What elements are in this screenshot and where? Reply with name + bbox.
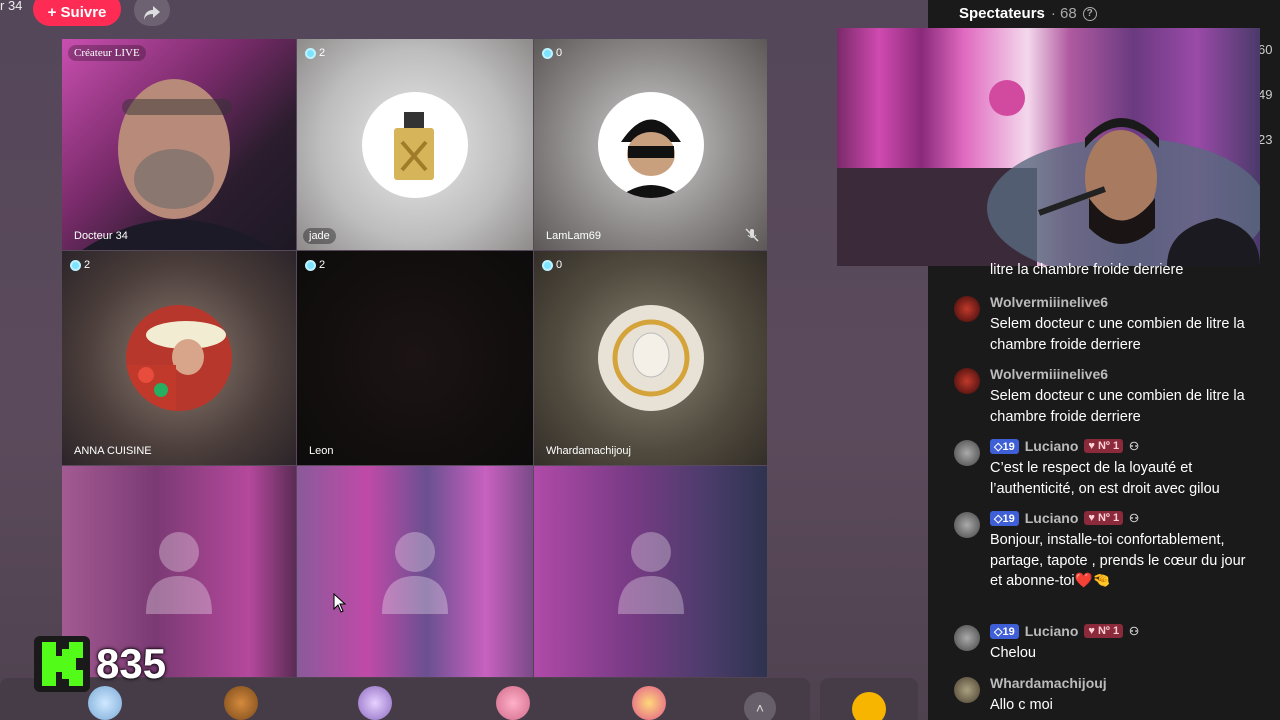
guest-cell[interactable]: 2 ANNA CUISINE — [62, 251, 296, 465]
diamond-icon — [305, 47, 316, 59]
level-badge: ◇19 — [990, 510, 1019, 526]
chat-text: Allo c moi — [990, 697, 1053, 713]
guest-cell[interactable]: 0 LamLam69 — [534, 39, 767, 250]
diamond-icon — [305, 259, 316, 271]
share-button[interactable] — [134, 0, 170, 26]
guest-cell[interactable]: 2 jade — [297, 39, 533, 250]
chat-text: Selem docteur c une combien de litre la … — [990, 388, 1245, 425]
live-stage: r 34 + Suivre Créateur LIVE Docteur 34 2… — [0, 0, 928, 720]
guest-name: LamLam69 — [546, 230, 602, 242]
gift-heart-hands-icon[interactable] — [496, 686, 530, 720]
chat-username[interactable]: Luciano — [1025, 510, 1079, 526]
person-placeholder-icon — [146, 531, 212, 614]
chat-text: Selem docteur c une combien de litre la … — [990, 316, 1245, 353]
guest-count: 0 — [542, 259, 562, 271]
muted-mic-icon — [745, 228, 759, 242]
gift-unicorn-icon[interactable] — [358, 686, 392, 720]
avatar[interactable] — [954, 440, 980, 466]
chat-text: Chelou — [990, 645, 1036, 661]
avatar[interactable] — [954, 296, 980, 322]
empty-seat[interactable] — [297, 466, 533, 677]
guest-cell[interactable]: 0 Whardamachijouj — [534, 251, 767, 465]
host-video — [82, 79, 276, 250]
avatar — [126, 305, 232, 411]
guest-name: Docteur 34 — [74, 230, 128, 242]
guest-count: 2 — [70, 259, 90, 271]
guest-name: jade — [303, 228, 336, 244]
guest-cell-host[interactable]: Créateur LIVE Docteur 34 — [62, 39, 296, 250]
guest-count: 2 — [305, 259, 325, 271]
avatar — [597, 91, 704, 198]
rank-badge: ♥ Nº 1 — [1084, 439, 1124, 453]
avatar[interactable] — [954, 625, 980, 651]
chat-username[interactable]: Luciano — [1025, 623, 1079, 639]
kick-viewer-count: 835 — [96, 640, 167, 687]
chat-username[interactable]: Wolvermiiinelive6 — [990, 294, 1108, 310]
level-badge: ◇19 — [990, 438, 1019, 454]
tiktok-coin-icon[interactable] — [852, 692, 886, 720]
host-name-fragment: r 34 — [0, 0, 23, 13]
guest-grid: Créateur LIVE Docteur 34 2 jade 0 LamLam… — [62, 39, 767, 677]
streamer-webcam — [837, 28, 1260, 266]
share-icon — [144, 6, 160, 20]
help-icon[interactable]: ? — [1082, 6, 1097, 21]
empty-seat[interactable] — [534, 466, 767, 677]
side-number: 23 — [1258, 132, 1273, 147]
guest-count: 0 — [542, 47, 562, 59]
viewers-count: · 68 — [1050, 5, 1077, 22]
team-icon: ⚇ — [1129, 512, 1139, 525]
rank-badge: ♥ Nº 1 — [1084, 511, 1124, 525]
kick-logo-icon — [34, 636, 90, 692]
viewers-header: Spectateurs · 68 ? — [959, 5, 1097, 22]
guest-name: Leon — [309, 445, 334, 457]
guest-name: ANNA CUISINE — [74, 445, 152, 457]
chat-text: C’est le respect de la loyauté et l’auth… — [990, 460, 1220, 497]
diamond-icon — [542, 259, 553, 271]
level-badge: ◇19 — [990, 623, 1019, 639]
guest-cell[interactable]: 2 Leon — [297, 251, 533, 465]
avatar[interactable] — [954, 512, 980, 538]
avatar — [362, 91, 468, 198]
side-number: 60 — [1258, 42, 1273, 57]
diamond-icon — [70, 259, 81, 271]
team-icon: ⚇ — [1129, 625, 1139, 638]
gift-bear-icon[interactable] — [224, 686, 258, 720]
chat-partial-text: litre la chambre froide derriere — [990, 262, 1184, 278]
gift-bouquet-icon[interactable] — [632, 686, 666, 720]
person-placeholder-icon — [617, 531, 684, 614]
person-placeholder-icon — [382, 531, 448, 614]
follow-button[interactable]: + Suivre — [33, 0, 121, 26]
mouse-cursor-icon — [333, 593, 347, 613]
viewers-title: Spectateurs — [959, 5, 1045, 22]
side-number: 49 — [1258, 87, 1273, 102]
diamond-icon — [542, 47, 553, 59]
guest-name: Whardamachijouj — [546, 445, 631, 457]
avatar — [597, 305, 704, 411]
guest-count: 2 — [305, 47, 325, 59]
chevron-up-icon[interactable]: ˄ — [744, 692, 776, 720]
creator-live-tag: Créateur LIVE — [68, 45, 146, 61]
kick-viewer-overlay: 835 — [34, 636, 166, 692]
chat-text: Bonjour, installe-toi confortablement, p… — [990, 532, 1246, 589]
chat-username[interactable]: Wolvermiiinelive6 — [990, 366, 1108, 382]
team-icon: ⚇ — [1129, 440, 1139, 453]
avatar[interactable] — [954, 677, 980, 703]
avatar[interactable] — [954, 368, 980, 394]
rank-badge: ♥ Nº 1 — [1084, 624, 1124, 638]
chat-username[interactable]: Luciano — [1025, 438, 1079, 454]
chat-username[interactable]: Whardamachijouj — [990, 675, 1107, 691]
